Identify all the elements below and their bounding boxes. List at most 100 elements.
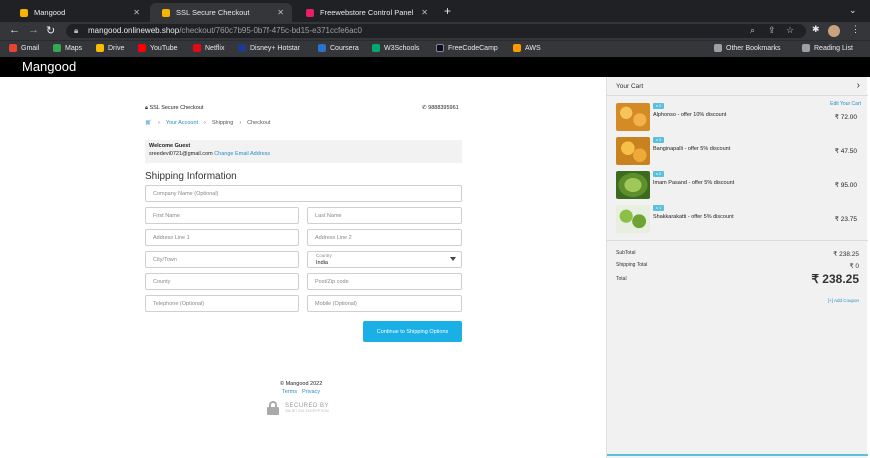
shipping-row: Shipping Total ₹ 0 [616, 262, 859, 270]
chevron-right-icon[interactable]: › [857, 80, 860, 91]
caret-down-icon [450, 257, 456, 261]
mango-thumbnail [616, 103, 650, 131]
cart-totals: SubTotal ₹ 238.25 Shipping Total ₹ 0 Tot… [607, 240, 868, 286]
bookmark-gmail[interactable]: Gmail [9, 44, 39, 52]
bookmark-w3schools[interactable]: W3Schools [372, 44, 419, 52]
mobile-input[interactable]: Mobile (Optional) [307, 295, 462, 312]
tab-mangood[interactable]: Mangood ✕ [8, 3, 148, 22]
step-shipping: Shipping [211, 120, 234, 126]
tab-strip: Mangood ✕ SSL Secure Checkout ✕ Freewebs… [0, 0, 870, 22]
share-icon[interactable]: ⇪ [768, 25, 776, 36]
total-value: ₹ 238.25 [811, 272, 859, 286]
coursera-icon [318, 44, 326, 52]
bookmark-freecodecamp[interactable]: FreeCodeCamp [436, 44, 498, 52]
footer-copyright: © Mangood 2022 [280, 381, 323, 387]
freewebstore-favicon-icon [306, 8, 314, 17]
star-icon[interactable]: ☆ [786, 25, 794, 36]
secure-checkout-label: 🔒︎ SSL Secure Checkout [145, 105, 204, 111]
extensions-icon[interactable]: ✱ [812, 24, 820, 35]
country-value: India [316, 260, 328, 266]
bookmark-drive[interactable]: Drive [96, 44, 124, 52]
more-menu-icon[interactable]: ⋮ [851, 24, 860, 35]
ssl-encryption-text: 256 BIT SSL ENCRYPTION [285, 409, 329, 413]
search-icon[interactable]: ⌕ [750, 25, 755, 36]
close-icon[interactable]: ✕ [133, 8, 140, 17]
country-label: Country [316, 253, 332, 258]
cart-item: x 1 Shakkarakatti - offer 5% discount ₹ … [616, 205, 866, 235]
bookmarks-bar: Gmail Maps Drive YouTube Netflix Disney+… [0, 40, 870, 57]
terms-link[interactable]: Terms [282, 389, 297, 395]
browser-chrome: Mangood ✕ SSL Secure Checkout ✕ Freewebs… [0, 0, 870, 57]
bookmark-youtube[interactable]: YouTube [138, 44, 178, 52]
mango-thumbnail [616, 137, 650, 165]
address-line-1-input[interactable]: Address Line 1 [145, 229, 299, 246]
cart-title: Your Cart [616, 83, 644, 90]
step-your-account[interactable]: Your Account [166, 120, 198, 126]
forward-arrow-icon[interactable]: → [28, 24, 39, 36]
address-line-2-input[interactable]: Address Line 2 [307, 229, 462, 246]
change-email-link[interactable]: Change Email Address [214, 151, 270, 157]
guest-email: sreedevi0721@gmail.com [149, 151, 213, 157]
bookmark-aws[interactable]: AWS [513, 44, 541, 52]
netflix-icon [193, 44, 201, 52]
phone-number: ✆ 9888395961 [422, 105, 459, 111]
item-name: Alphonso - offer 10% discount [653, 112, 727, 118]
bookmark-hotstar[interactable]: Disney+ Hotstar [238, 44, 300, 52]
reload-icon[interactable]: ↻ [46, 24, 55, 37]
w3schools-icon [372, 44, 380, 52]
item-name: Shakkarakatti - offer 5% discount [653, 214, 734, 220]
mango-thumbnail [616, 205, 650, 233]
quantity-badge: x 2 [653, 137, 664, 143]
total-label: Total [616, 276, 627, 282]
cart-icon[interactable]: 🛒︎ [145, 120, 152, 126]
quantity-badge: x 1 [653, 205, 664, 211]
subtotal-value: ₹ 238.25 [833, 251, 859, 258]
site-brand[interactable]: Mangood [22, 59, 76, 74]
total-row: Total ₹ 238.25 [616, 272, 859, 286]
subtotal-label: SubTotal [616, 250, 636, 256]
new-tab-icon[interactable]: + [444, 4, 451, 18]
tab-title: Freewebstore Control Panel [320, 8, 414, 17]
item-name: Banginapalli - offer 5% discount [653, 146, 731, 152]
browser-toolbar: ← → ↻ 🔒︎ mangood.onlineweb.shop/checkout… [0, 22, 870, 40]
checkout-main: 🔒︎ SSL Secure Checkout ✆ 9888395961 🛒︎ › … [0, 77, 605, 458]
reading-list-icon [802, 44, 810, 52]
bookmark-netflix[interactable]: Netflix [193, 44, 224, 52]
mango-thumbnail [616, 171, 650, 199]
address-bar[interactable]: 🔒︎ mangood.onlineweb.shop/checkout/760c7… [66, 24, 806, 38]
add-coupon-link[interactable]: [+] Add Coupon [828, 298, 859, 303]
bookmark-maps[interactable]: Maps [53, 44, 82, 52]
mango-favicon-icon [162, 8, 170, 17]
item-price: ₹ 72.00 [834, 114, 857, 121]
chevron-down-icon[interactable]: ⌄ [849, 5, 857, 16]
drive-icon [96, 44, 104, 52]
other-bookmarks[interactable]: Other Bookmarks [714, 44, 780, 52]
url-text: mangood.onlineweb.shop/checkout/760c7b95… [88, 26, 362, 35]
cart-header[interactable]: Your Cart › [607, 77, 868, 96]
back-arrow-icon[interactable]: ← [9, 24, 20, 36]
avatar[interactable] [828, 25, 840, 37]
close-icon[interactable]: ✕ [277, 8, 284, 17]
tab-ssl-checkout[interactable]: SSL Secure Checkout ✕ [150, 3, 292, 22]
telephone-input[interactable]: Telephone (Optional) [145, 295, 299, 312]
city-input[interactable]: City/Town [145, 251, 299, 268]
breadcrumb: 🛒︎ › Your Account › Shipping › Checkout [145, 120, 271, 126]
company-name-input[interactable]: Company Name (Optional) [145, 185, 462, 202]
item-name: Imam Pasand - offer 5% discount [653, 180, 735, 186]
postcode-input[interactable]: Post/Zip code [307, 273, 462, 290]
county-input[interactable]: County [145, 273, 299, 290]
close-icon[interactable]: ✕ [421, 8, 428, 17]
continue-shipping-button[interactable]: Continue to Shipping Options [363, 321, 462, 342]
cart-item: x 2 Imam Pasand - offer 5% discount ₹ 95… [616, 171, 866, 201]
country-select[interactable]: Country India [307, 251, 462, 268]
welcome-box: Welcome Guest sreedevi0721@gmail.com Cha… [145, 140, 462, 163]
cart-item: x 2 Alphonso - offer 10% discount ₹ 72.0… [616, 103, 866, 133]
tab-freewebstore[interactable]: Freewebstore Control Panel ✕ [294, 3, 436, 22]
mango-favicon-icon [20, 8, 28, 17]
privacy-link[interactable]: Privacy [302, 389, 320, 395]
reading-list[interactable]: Reading List [802, 44, 853, 52]
bookmark-coursera[interactable]: Coursera [318, 44, 359, 52]
first-name-input[interactable]: First Name [145, 207, 299, 224]
shipping-value: ₹ 0 [849, 263, 859, 270]
last-name-input[interactable]: Last Name [307, 207, 462, 224]
